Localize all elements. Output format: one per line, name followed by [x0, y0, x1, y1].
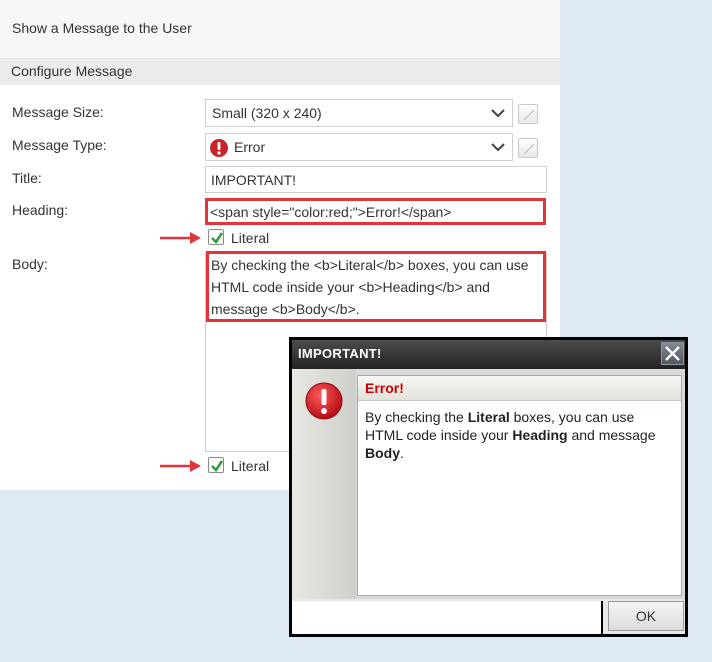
check-icon	[211, 460, 224, 473]
close-icon	[665, 346, 680, 361]
heading-input[interactable]: <span style="color:red;">Error!</span>	[205, 198, 546, 225]
ok-button[interactable]: OK	[608, 601, 684, 631]
panel-title: Show a Message to the User	[12, 20, 192, 36]
body-highlight: By checking the <b>Literal</b> boxes, yo…	[206, 251, 546, 322]
title-input[interactable]: IMPORTANT!	[205, 166, 547, 193]
body-line-2: HTML code inside your <b>Heading</b> and	[211, 279, 490, 295]
message-size-label: Message Size:	[12, 104, 104, 120]
message-type-select[interactable]: Error	[205, 133, 513, 161]
arrow-icon	[160, 231, 202, 245]
dialog-title: IMPORTANT!	[298, 346, 382, 361]
message-type-label: Message Type:	[12, 137, 107, 153]
chevron-down-icon	[491, 143, 505, 152]
section-title: Configure Message	[11, 63, 133, 79]
body-line-3: message <b>Body</b>.	[211, 301, 360, 317]
check-icon	[211, 232, 224, 245]
edit-icon	[523, 109, 535, 121]
message-type-edit-button[interactable]	[518, 138, 538, 158]
error-icon	[210, 139, 228, 157]
heading-literal-checkbox[interactable]	[208, 229, 224, 245]
body-line-1: By checking the <b>Literal</b> boxes, yo…	[211, 257, 529, 273]
dialog-footer-area	[292, 601, 603, 634]
dialog-close-button[interactable]	[661, 342, 684, 365]
title-label: Title:	[12, 170, 42, 186]
dialog-heading-bar	[358, 376, 681, 401]
edit-icon	[523, 143, 535, 155]
message-size-select[interactable]: Small (320 x 240)	[205, 99, 513, 127]
message-size-edit-button[interactable]	[518, 104, 538, 124]
dialog-message-text: By checking the	[365, 409, 468, 425]
dialog-message-bold: Literal	[467, 409, 510, 425]
dialog-heading: Error!	[365, 380, 404, 396]
title-input-value: IMPORTANT!	[211, 172, 297, 188]
error-icon	[305, 382, 343, 420]
body-literal-label: Literal	[231, 458, 270, 474]
heading-literal-label: Literal	[231, 230, 270, 246]
arrow-icon	[160, 459, 202, 473]
body-label: Body:	[12, 256, 48, 272]
body-literal-checkbox[interactable]	[208, 457, 224, 473]
dialog-message-bold: Body	[365, 445, 400, 461]
dialog-message-text: .	[400, 445, 404, 461]
heading-label: Heading:	[12, 202, 69, 218]
dialog-message-bold: Heading	[512, 427, 568, 443]
message-size-value: Small (320 x 240)	[212, 105, 322, 121]
message-type-value: Error	[234, 139, 266, 155]
dialog-message: By checking the Literal boxes, you can u…	[365, 408, 675, 462]
chevron-down-icon	[491, 109, 505, 118]
dialog-message-text: and message	[567, 427, 656, 443]
heading-input-value: <span style="color:red;">Error!</span>	[210, 204, 452, 220]
